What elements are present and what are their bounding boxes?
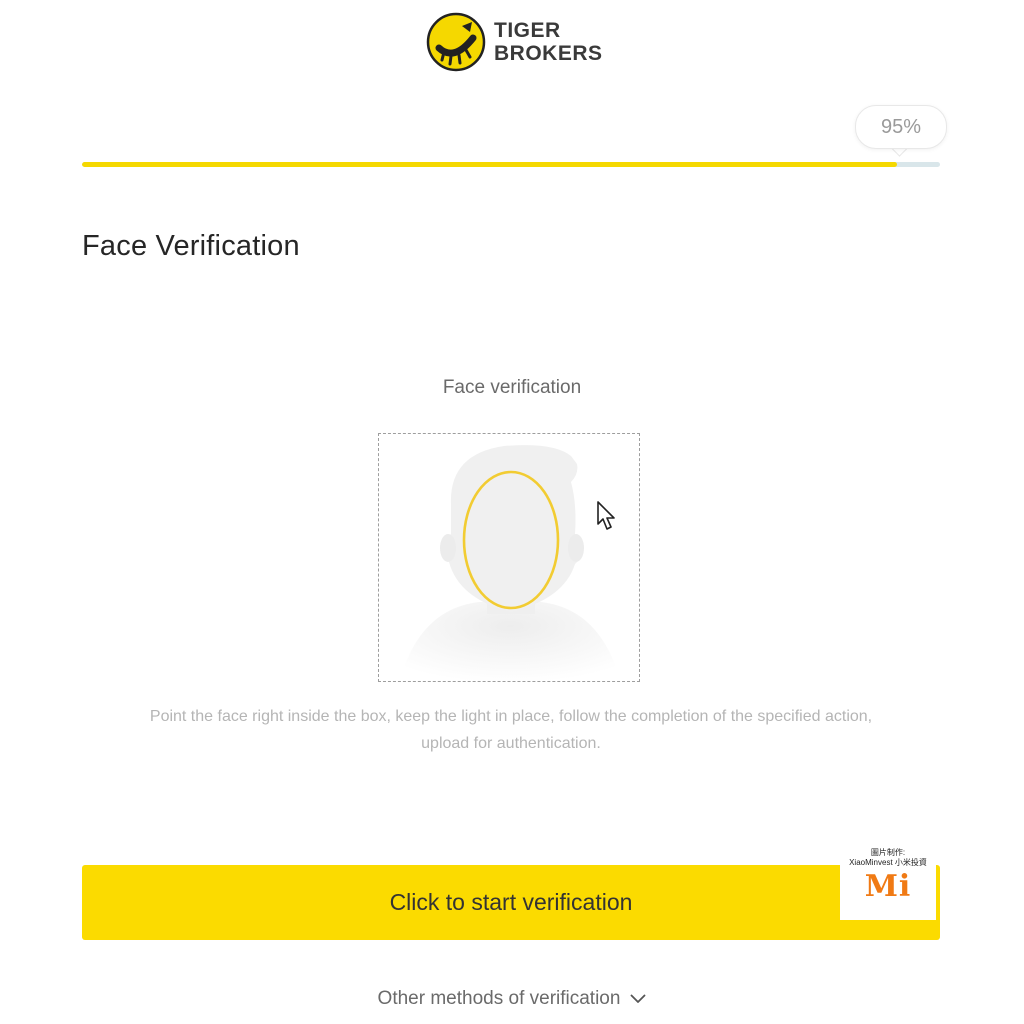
brand-name-line1: TIGER	[494, 19, 561, 42]
start-verification-button[interactable]: Click to start verification	[82, 865, 940, 940]
mouse-pointer-icon	[597, 501, 615, 530]
chevron-down-icon	[631, 994, 646, 1003]
progress-bar	[82, 162, 940, 167]
progress-badge: 95%	[855, 105, 947, 149]
instructions-line-2: upload for authentication.	[421, 735, 601, 752]
progress-percent: 95%	[880, 115, 922, 138]
tiger-claw-logo-icon	[426, 12, 486, 72]
face-instructions: Point the face right inside the box, kee…	[82, 703, 940, 757]
brand-logo: TIGER BROKERS	[426, 12, 603, 72]
brand-name: TIGER BROKERS	[494, 19, 603, 65]
page-title: Face Verification	[82, 230, 300, 262]
watermark-logo: Mi	[864, 869, 912, 904]
watermark: 圖片制作: XiaoMinvest 小米投資 Mi	[840, 843, 936, 920]
other-methods-label: Other methods of verification	[377, 988, 621, 1009]
watermark-author: XiaoMinvest 小米投資	[849, 858, 927, 867]
verification-page: TIGER BROKERS 95% Face Verification Face…	[0, 0, 1024, 1024]
other-methods-link[interactable]: Other methods of verification	[0, 988, 1024, 1010]
face-capture-frame	[378, 433, 640, 682]
brand-name-line2: BROKERS	[494, 42, 603, 65]
progress-bar-fill	[82, 162, 898, 167]
face-section-label: Face verification	[442, 377, 582, 398]
face-silhouette-icon	[399, 445, 621, 681]
watermark-caption: 圖片制作:	[870, 848, 906, 857]
instructions-line-1: Point the face right inside the box, kee…	[149, 708, 873, 725]
